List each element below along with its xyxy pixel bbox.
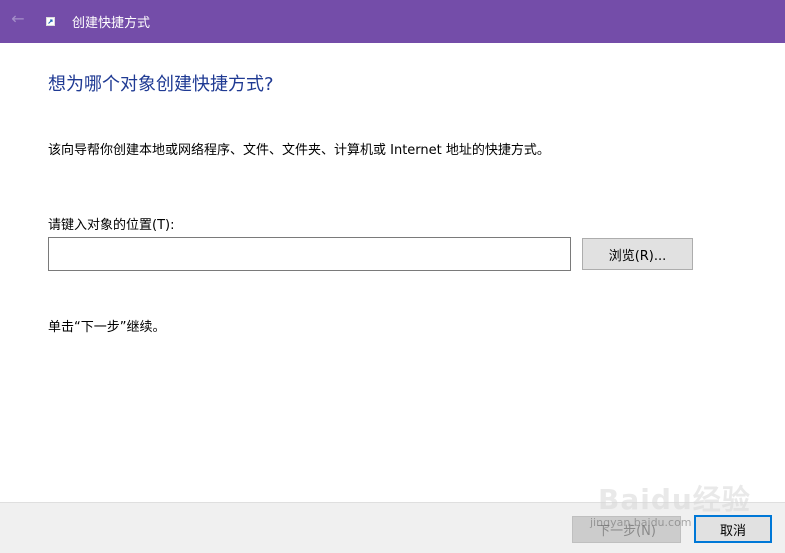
title-bar: ← 创建快捷方式 [0,0,785,43]
wizard-description: 该向导帮你创建本地或网络程序、文件、文件夹、计算机或 Internet 地址的快… [48,143,550,158]
cancel-button[interactable]: 取消 [694,515,772,543]
location-input[interactable] [48,237,571,271]
shortcut-icon [46,17,55,26]
browse-button[interactable]: 浏览(R)... [582,238,693,270]
back-button[interactable]: ← [4,4,32,32]
continue-hint: 单击“下一步”继续。 [48,320,166,335]
page-title: 想为哪个对象创建快捷方式? [48,74,274,95]
location-label: 请键入对象的位置(T): [48,218,175,233]
arrow-left-icon: ← [11,8,25,28]
window-title: 创建快捷方式 [72,16,151,31]
footer-bar: 下一步(N) 取消 [0,502,785,553]
next-button[interactable]: 下一步(N) [572,516,681,543]
